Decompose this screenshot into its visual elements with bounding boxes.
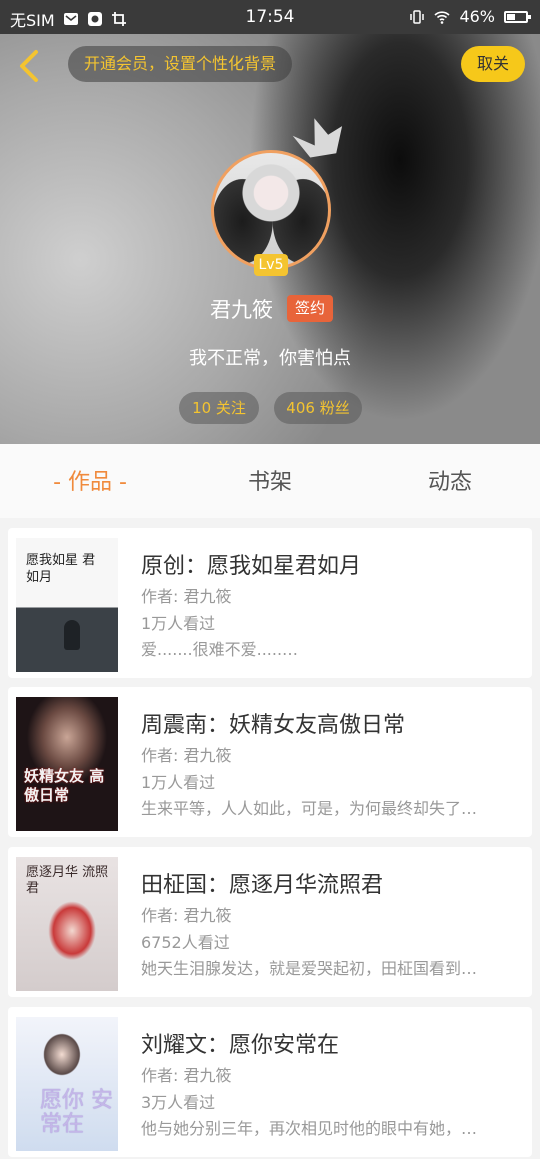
work-title: 田柾国：愿逐月华流照君 (141, 873, 384, 898)
wifi-icon (434, 10, 450, 24)
cover-title: 愿我如星 君如月 (26, 553, 96, 585)
cover-title: 愿你 安常在 (40, 1088, 113, 1137)
book-cover: 妖精女友 高傲日常 (16, 697, 118, 831)
tab-works[interactable]: - 作品 - (0, 444, 180, 518)
book-cover: 愿逐月华 流照君 (16, 857, 118, 991)
username: 君九筱 (210, 298, 273, 322)
cover-title: 愿逐月华 流照君 (26, 865, 109, 896)
user-bio: 我不正常，你害怕点 (189, 348, 351, 369)
list-item[interactable]: 妖精女友 高傲日常 周震南：妖精女友高傲日常 作者: 君九筱 1万人看过 生来平… (8, 687, 532, 837)
avatar[interactable] (211, 150, 331, 270)
list-item[interactable]: 愿我如星 君如月 原创：愿我如星君如月 作者: 君九筱 1万人看过 爱.....… (8, 528, 532, 678)
unfollow-button[interactable]: 取关 (461, 46, 525, 82)
tab-bookshelf[interactable]: 书架 (180, 444, 360, 518)
profile-tabs: - 作品 - 书架 动态 (0, 444, 540, 518)
battery-icon (504, 10, 531, 23)
list-item[interactable]: 愿你 安常在 刘耀文：愿你安常在 作者: 君九筱 3万人看过 他与她分别三年，再… (8, 1007, 532, 1157)
work-description: 爱.......很难不爱.....… (141, 640, 299, 659)
work-description: 生来平等，人人如此，可是，为何最终却失了… (141, 799, 478, 818)
battery-percent: 46% (459, 7, 495, 26)
book-cover: 愿我如星 君如月 (16, 538, 118, 672)
work-views: 1万人看过 (141, 773, 216, 792)
work-author: 作者: 君九筱 (141, 746, 232, 765)
work-description: 她天生泪腺发达，就是爱哭起初，田柾国看到… (141, 959, 478, 978)
profile-header: 无SIM 17:54 46% 开通会员，设置个性化背景 取关 Lv5 君九筱 签… (0, 0, 540, 444)
list-item[interactable]: 愿逐月华 流照君 田柾国：愿逐月华流照君 作者: 君九筱 6752人看过 她天生… (8, 847, 532, 997)
vibrate-icon (410, 9, 425, 24)
signed-author-badge: 签约 (287, 295, 333, 322)
following-count[interactable]: 10 关注 (179, 392, 259, 424)
level-badge: Lv5 (254, 254, 288, 276)
tab-activity[interactable]: 动态 (360, 444, 540, 518)
work-author: 作者: 君九筱 (141, 906, 232, 925)
work-title: 刘耀文：愿你安常在 (141, 1033, 340, 1058)
work-views: 3万人看过 (141, 1093, 216, 1112)
work-views: 6752人看过 (141, 933, 230, 952)
book-cover: 愿你 安常在 (16, 1017, 118, 1151)
followers-count[interactable]: 406 粉丝 (274, 392, 362, 424)
vip-background-banner[interactable]: 开通会员，设置个性化背景 (68, 46, 293, 82)
work-author: 作者: 君九筱 (141, 587, 232, 606)
cover-title: 妖精女友 高傲日常 (24, 767, 105, 804)
status-bar: 无SIM 17:54 46% (0, 0, 540, 34)
back-arrow-icon[interactable] (14, 48, 44, 84)
work-description: 他与她分别三年，再次相见时他的眼中有她，… (141, 1119, 478, 1138)
work-author: 作者: 君九筱 (141, 1066, 232, 1085)
work-title: 周震南：妖精女友高傲日常 (141, 713, 406, 738)
crown-icon (292, 118, 343, 158)
work-views: 1万人看过 (141, 614, 216, 633)
work-title: 原创：愿我如星君如月 (141, 554, 362, 579)
